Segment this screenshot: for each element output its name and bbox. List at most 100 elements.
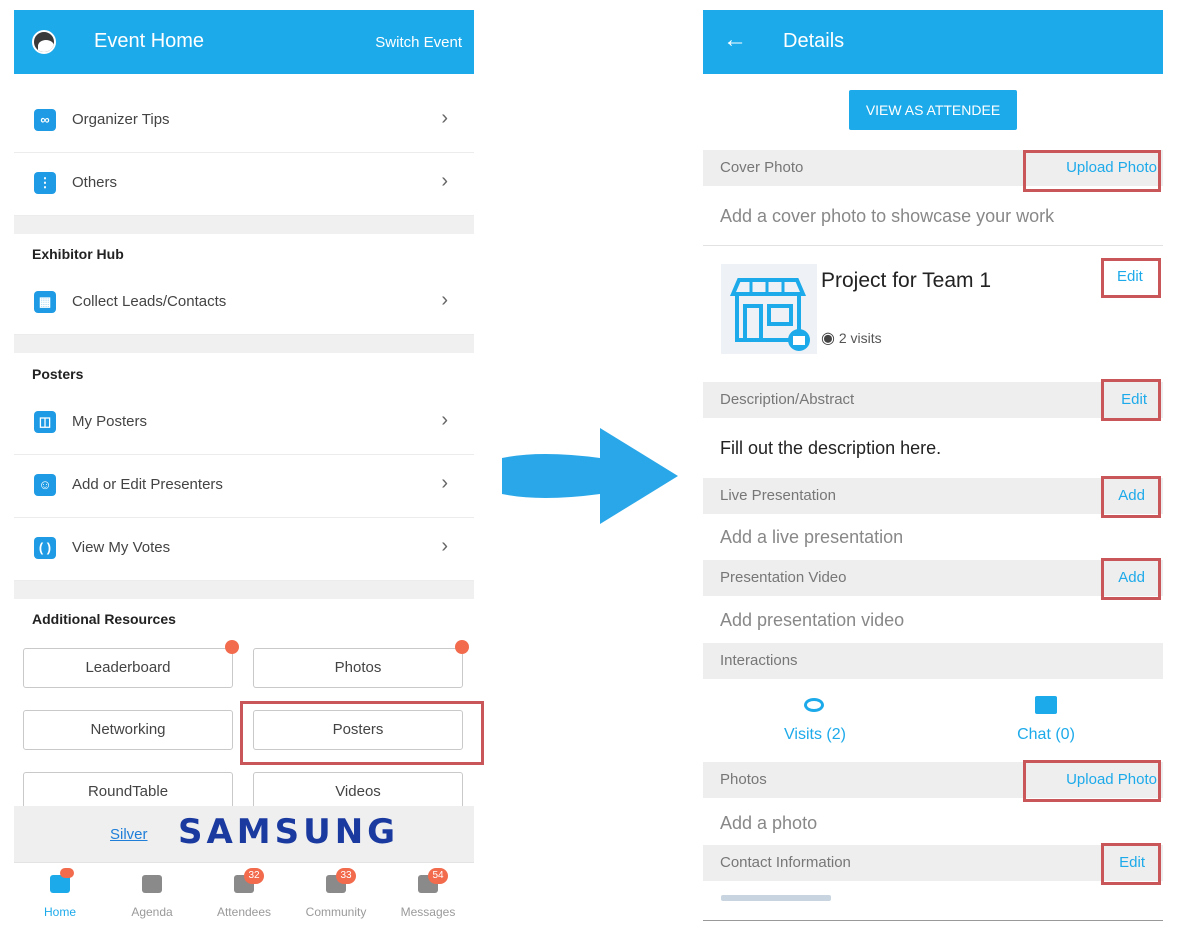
notification-dot xyxy=(225,640,239,654)
edit-contact-highlight xyxy=(1101,843,1161,885)
tab-label: Messages xyxy=(400,905,456,919)
sponsor-logo[interactable]: SAMSUNG xyxy=(178,812,399,852)
avatar[interactable] xyxy=(32,30,56,54)
app-bar: ← Details xyxy=(703,10,1163,74)
tab-label: Community xyxy=(305,905,367,919)
menu-item-view-my-votes[interactable]: ( ) View My Votes › xyxy=(14,518,474,581)
divider xyxy=(14,335,474,353)
section-label: Interactions xyxy=(720,652,798,669)
leaderboard-button[interactable]: Leaderboard xyxy=(23,648,233,688)
project-thumbnail[interactable] xyxy=(721,264,817,354)
community-badge: 33 xyxy=(336,868,356,884)
page-title: Event Home xyxy=(94,30,205,52)
presentation-video-hint: Add presentation video xyxy=(720,610,905,630)
presentation-video-header: Presentation Video Add xyxy=(703,560,1163,596)
menu-item-my-posters[interactable]: ◫ My Posters › xyxy=(14,392,474,455)
tab-label: Attendees xyxy=(216,905,272,919)
tab-agenda[interactable]: Agenda xyxy=(106,863,198,922)
description-header: Description/Abstract Edit xyxy=(703,382,1163,418)
cover-photo-hint: Add a cover photo to showcase your work xyxy=(720,206,1055,226)
section-label: Description/Abstract xyxy=(720,391,855,408)
description-text: Fill out the description here. xyxy=(720,438,942,458)
attendees-badge: 32 xyxy=(244,868,264,884)
notification-dot xyxy=(455,640,469,654)
menu-item-collect-leads[interactable]: ▦ Collect Leads/Contacts › xyxy=(14,272,474,335)
tab-label: Agenda xyxy=(131,905,173,919)
notification-dot xyxy=(60,868,74,878)
tab-home[interactable]: Home xyxy=(14,863,106,922)
back-arrow-icon[interactable]: ← xyxy=(723,26,747,54)
chevron-right-icon: › xyxy=(441,409,448,431)
more-vertical-icon: ⋮ xyxy=(34,172,56,194)
chevron-right-icon: › xyxy=(441,535,448,557)
messages-badge: 54 xyxy=(428,868,448,884)
networking-button[interactable]: Networking xyxy=(23,710,233,750)
section-label: Photos xyxy=(720,771,767,788)
upload-cover-photo-highlight xyxy=(1023,150,1161,192)
poster-icon: ◫ xyxy=(34,411,56,433)
visits-count: 2 visits xyxy=(838,330,882,346)
tab-label: Home xyxy=(43,905,76,919)
chat-stat-button[interactable]: Chat (0) xyxy=(986,726,1106,744)
sponsor-banner: Silver SAMSUNG xyxy=(14,806,474,862)
divider xyxy=(14,581,474,599)
bottom-tab-bar: Home Agenda 32 Attendees 33 Community 54… xyxy=(14,862,474,922)
contact-row-partial xyxy=(721,895,831,901)
visits-stat-button[interactable]: Visits (2) xyxy=(755,726,875,744)
chevron-right-icon: › xyxy=(441,107,448,129)
section-heading-posters: Posters xyxy=(32,366,84,382)
app-bar: Event Home Switch Event xyxy=(14,10,474,74)
edit-description-highlight xyxy=(1101,379,1161,421)
tab-community[interactable]: 33 Community xyxy=(290,863,382,922)
menu-item-add-edit-presenters[interactable]: ☺ Add or Edit Presenters › xyxy=(14,455,474,518)
view-as-attendee-button[interactable]: VIEW AS ATTENDEE xyxy=(849,90,1017,130)
arrow-right-icon xyxy=(502,428,678,524)
tab-messages[interactable]: 54 Messages xyxy=(382,863,474,922)
section-label: Presentation Video xyxy=(720,569,847,586)
add-live-presentation-highlight xyxy=(1101,476,1161,518)
edit-project-highlight xyxy=(1101,258,1161,298)
menu-item-label: Collect Leads/Contacts xyxy=(72,293,227,310)
glasses-icon: ∞ xyxy=(34,109,56,131)
storefront-icon xyxy=(729,278,810,351)
section-label: Live Presentation xyxy=(720,487,836,504)
eye-icon xyxy=(804,698,824,712)
chevron-right-icon: › xyxy=(441,472,448,494)
menu-item-organizer-tips[interactable]: ∞ Organizer Tips › xyxy=(14,90,474,153)
upload-photo-highlight xyxy=(1023,760,1161,802)
divider xyxy=(14,216,474,234)
section-label: Contact Information xyxy=(720,854,851,871)
chevron-right-icon: › xyxy=(441,289,448,311)
chevron-right-icon: › xyxy=(441,170,448,192)
presenters-icon: ☺ xyxy=(34,474,56,496)
project-title: Project for Team 1 xyxy=(821,269,992,292)
menu-item-label: Add or Edit Presenters xyxy=(72,476,223,493)
menu-item-label: View My Votes xyxy=(72,539,171,556)
tab-attendees[interactable]: 32 Attendees xyxy=(198,863,290,922)
divider xyxy=(703,245,1163,246)
section-heading-additional-resources: Additional Resources xyxy=(32,611,176,627)
photos-hint: Add a photo xyxy=(720,813,818,833)
menu-item-label: Others xyxy=(72,174,118,191)
posters-highlight-box xyxy=(240,701,484,765)
qr-code-icon: ▦ xyxy=(34,291,56,313)
page-title: Details xyxy=(783,30,845,52)
divider xyxy=(703,920,1163,921)
switch-event-button[interactable]: Switch Event xyxy=(375,34,462,51)
add-presentation-video-highlight xyxy=(1101,558,1161,600)
eye-icon: ◉ xyxy=(821,330,835,347)
section-label: Cover Photo xyxy=(720,159,804,176)
event-home-screen: Event Home Switch Event ∞ Organizer Tips… xyxy=(14,10,474,922)
photos-button[interactable]: Photos xyxy=(253,648,463,688)
menu-item-others[interactable]: ⋮ Others › xyxy=(14,153,474,216)
menu-item-label: My Posters xyxy=(72,413,148,430)
laurel-icon: ( ) xyxy=(34,537,56,559)
interactions-header: Interactions xyxy=(703,643,1163,679)
project-visits: ◉ 2 visits xyxy=(821,328,882,348)
menu-item-label: Organizer Tips xyxy=(72,111,170,128)
chat-icon xyxy=(1035,696,1057,714)
live-presentation-hint: Add a live presentation xyxy=(720,527,904,547)
contact-information-header: Contact Information Edit xyxy=(703,845,1163,881)
sponsor-tier-link[interactable]: Silver xyxy=(110,826,148,843)
section-heading-exhibitor-hub: Exhibitor Hub xyxy=(32,246,124,262)
